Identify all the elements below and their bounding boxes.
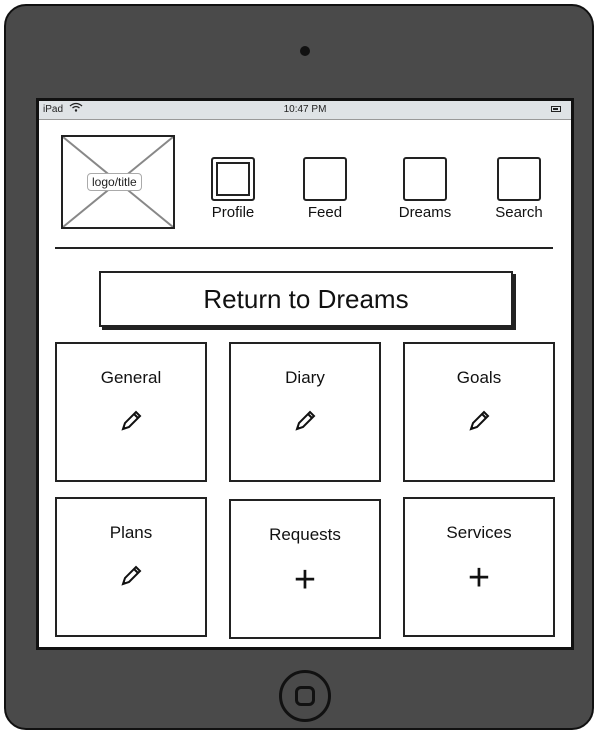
return-button-label: Return to Dreams bbox=[203, 283, 409, 314]
profile-icon bbox=[211, 157, 255, 201]
nav-profile[interactable]: Profile bbox=[193, 157, 273, 221]
home-button[interactable] bbox=[279, 670, 331, 722]
header-divider bbox=[55, 247, 553, 249]
card-diary[interactable]: Diary bbox=[229, 342, 381, 482]
card-general-label: General bbox=[100, 368, 162, 387]
home-icon bbox=[295, 686, 315, 706]
nav-dreams-label: Dreams bbox=[398, 204, 452, 221]
return-to-dreams-button[interactable]: Return to Dreams bbox=[99, 271, 513, 327]
nav-feed-label: Feed bbox=[307, 204, 343, 221]
pencil-icon[interactable] bbox=[57, 563, 205, 594]
camera-dot bbox=[300, 46, 310, 56]
card-diary-label: Diary bbox=[285, 368, 325, 387]
nav-profile-label: Profile bbox=[211, 204, 255, 221]
card-services-label: Services bbox=[446, 523, 512, 542]
card-plans[interactable]: Plans bbox=[55, 497, 207, 637]
plus-icon[interactable]: + bbox=[231, 561, 379, 599]
plus-icon[interactable]: + bbox=[405, 559, 553, 597]
pencil-icon[interactable] bbox=[405, 408, 553, 439]
card-goals[interactable]: Goals bbox=[403, 342, 555, 482]
nav-search[interactable]: Search bbox=[479, 157, 559, 221]
card-goals-label: Goals bbox=[456, 368, 502, 387]
screen: iPad 10:47 PM logo/title Profile Feed Dr… bbox=[36, 98, 574, 650]
nav-feed[interactable]: Feed bbox=[285, 157, 365, 221]
feed-icon bbox=[303, 157, 347, 201]
card-requests-label: Requests bbox=[269, 525, 341, 544]
search-icon bbox=[497, 157, 541, 201]
battery-icon bbox=[551, 106, 561, 112]
dreams-icon bbox=[403, 157, 447, 201]
ipad-device-frame: iPad 10:47 PM logo/title Profile Feed Dr… bbox=[4, 4, 594, 730]
nav-search-label: Search bbox=[495, 204, 543, 221]
pencil-icon[interactable] bbox=[231, 408, 379, 439]
status-time: 10:47 PM bbox=[283, 104, 327, 115]
status-bar: iPad 10:47 PM bbox=[39, 101, 571, 120]
logo-placeholder: logo/title bbox=[61, 135, 175, 229]
card-services[interactable]: Services + bbox=[403, 497, 555, 637]
nav-dreams[interactable]: Dreams bbox=[385, 157, 465, 221]
card-plans-label: Plans bbox=[109, 523, 153, 542]
card-requests[interactable]: Requests + bbox=[229, 499, 381, 639]
pencil-icon[interactable] bbox=[57, 408, 205, 439]
logo-title-label: logo/title bbox=[87, 173, 142, 191]
card-general[interactable]: General bbox=[55, 342, 207, 482]
